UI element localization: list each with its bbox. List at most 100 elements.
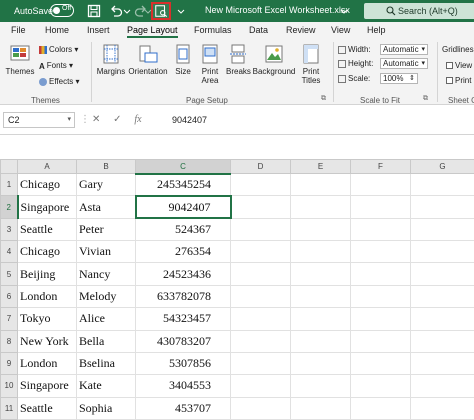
search-box[interactable]: Search (Alt+Q) (364, 3, 474, 19)
cell-name[interactable]: Bella (76, 329, 136, 353)
effects-button[interactable]: Effects ▾ (39, 77, 80, 86)
tab-view[interactable]: View (331, 25, 350, 35)
cell-empty[interactable] (230, 329, 291, 353)
column-header-e[interactable]: E (290, 159, 351, 174)
size-button[interactable]: Size (172, 43, 194, 76)
gridlines-print-checkbox[interactable]: Print (446, 76, 471, 85)
save-icon[interactable] (86, 3, 102, 19)
cell-city[interactable]: London (17, 351, 77, 376)
cell-empty[interactable] (350, 351, 411, 376)
title-dropdown-icon[interactable] (340, 3, 348, 19)
cell-number[interactable]: 245345254 (135, 172, 231, 197)
cell-empty[interactable] (290, 307, 351, 331)
row-header[interactable]: 8 (0, 329, 18, 353)
cell-empty[interactable] (290, 374, 351, 398)
cell-empty[interactable] (410, 172, 474, 197)
row-header[interactable]: 10 (0, 374, 18, 398)
column-header-a[interactable]: A (17, 159, 77, 174)
cell-number[interactable]: 633782078 (135, 284, 231, 309)
cell-empty[interactable] (290, 262, 351, 286)
cell-empty[interactable] (290, 396, 351, 420)
cell-number[interactable]: 24523436 (135, 262, 231, 286)
cancel-icon[interactable]: ✕ (92, 114, 100, 125)
cell-number[interactable]: 54323457 (135, 307, 231, 331)
cell-empty[interactable] (290, 217, 351, 242)
cell-empty[interactable] (230, 396, 291, 420)
column-header-d[interactable]: D (230, 159, 291, 174)
cell-empty[interactable] (230, 262, 291, 286)
insert-function-icon[interactable]: fx (134, 114, 141, 125)
undo-icon[interactable] (108, 3, 124, 19)
cell-empty[interactable] (410, 307, 474, 331)
cell-empty[interactable] (350, 329, 411, 353)
width-select[interactable]: Automatic ▾ (380, 44, 428, 55)
cell-empty[interactable] (350, 217, 411, 242)
print-titles-button[interactable]: Print Titles (298, 43, 324, 85)
colors-button[interactable]: Colors ▾ (39, 45, 78, 54)
cell-empty[interactable] (350, 284, 411, 309)
cell-city[interactable]: Chicago (17, 172, 77, 197)
cell-empty[interactable] (410, 284, 474, 309)
background-button[interactable]: Background (252, 43, 296, 76)
select-all-corner[interactable] (0, 159, 18, 174)
cell-number[interactable]: 3404553 (135, 374, 231, 398)
row-header[interactable]: 5 (0, 262, 18, 286)
column-header-f[interactable]: F (350, 159, 411, 174)
cell-city[interactable]: New York (17, 329, 77, 353)
cell-empty[interactable] (350, 307, 411, 331)
cell-empty[interactable] (410, 351, 474, 376)
cell-empty[interactable] (230, 172, 291, 197)
column-header-g[interactable]: G (410, 159, 474, 174)
cell-empty[interactable] (410, 374, 474, 398)
cell-city[interactable]: Chicago (17, 240, 77, 264)
cell-empty[interactable] (290, 329, 351, 353)
cell-empty[interactable] (410, 195, 474, 219)
row-header[interactable]: 6 (0, 284, 18, 309)
row-header[interactable]: 3 (0, 217, 18, 242)
name-box[interactable]: C2 ▾ (3, 112, 75, 128)
row-header[interactable]: 1 (0, 172, 18, 197)
cell-city[interactable]: Singapore (17, 195, 77, 219)
tab-review[interactable]: Review (286, 25, 316, 35)
cell-empty[interactable] (290, 240, 351, 264)
row-header[interactable]: 7 (0, 307, 18, 331)
cell-name[interactable]: Peter (76, 217, 136, 242)
cell-city[interactable]: Tokyo (17, 307, 77, 331)
cell-name[interactable]: Kate (76, 374, 136, 398)
cell-empty[interactable] (350, 172, 411, 197)
scale-spinner[interactable]: 100% ⇕ (380, 73, 418, 84)
fonts-button[interactable]: A Fonts ▾ (39, 61, 73, 71)
cell-number[interactable]: 430783207 (135, 329, 231, 353)
cell-name[interactable]: Alice (76, 307, 136, 331)
enter-icon[interactable]: ✓ (113, 114, 121, 125)
breaks-button[interactable]: Breaks (226, 43, 251, 76)
formula-input[interactable]: 9042407 (172, 115, 207, 125)
cell-city[interactable]: Beijing (17, 262, 77, 286)
undo-dropdown-icon[interactable] (123, 3, 131, 19)
cell-name[interactable]: Melody (76, 284, 136, 309)
cell-empty[interactable] (230, 351, 291, 376)
cell-empty[interactable] (350, 240, 411, 264)
tab-file[interactable]: File (11, 25, 26, 35)
cell-number[interactable]: 5307856 (135, 351, 231, 376)
tab-formulas[interactable]: Formulas (194, 25, 232, 35)
tab-help[interactable]: Help (367, 25, 386, 35)
active-cell[interactable]: 9042407 (134, 194, 232, 220)
cell-empty[interactable] (410, 262, 474, 286)
themes-button[interactable]: Themes (5, 43, 35, 76)
cell-empty[interactable] (350, 262, 411, 286)
row-header[interactable]: 9 (0, 351, 18, 376)
row-header[interactable]: 2 (0, 195, 19, 219)
cell-number[interactable]: 524367 (135, 217, 231, 242)
column-header-c[interactable]: C (135, 159, 231, 175)
tab-home[interactable]: Home (45, 25, 69, 35)
cell-number[interactable]: 276354 (135, 240, 231, 264)
page-setup-launcher-icon[interactable]: ⧉ (321, 95, 326, 103)
cell-empty[interactable] (290, 195, 351, 219)
cell-empty[interactable] (230, 195, 291, 219)
column-header-b[interactable]: B (76, 159, 136, 174)
cell-name[interactable]: Bselina (76, 351, 136, 376)
cell-city[interactable]: Seattle (17, 217, 77, 242)
cell-empty[interactable] (230, 240, 291, 264)
cell-empty[interactable] (230, 217, 291, 242)
